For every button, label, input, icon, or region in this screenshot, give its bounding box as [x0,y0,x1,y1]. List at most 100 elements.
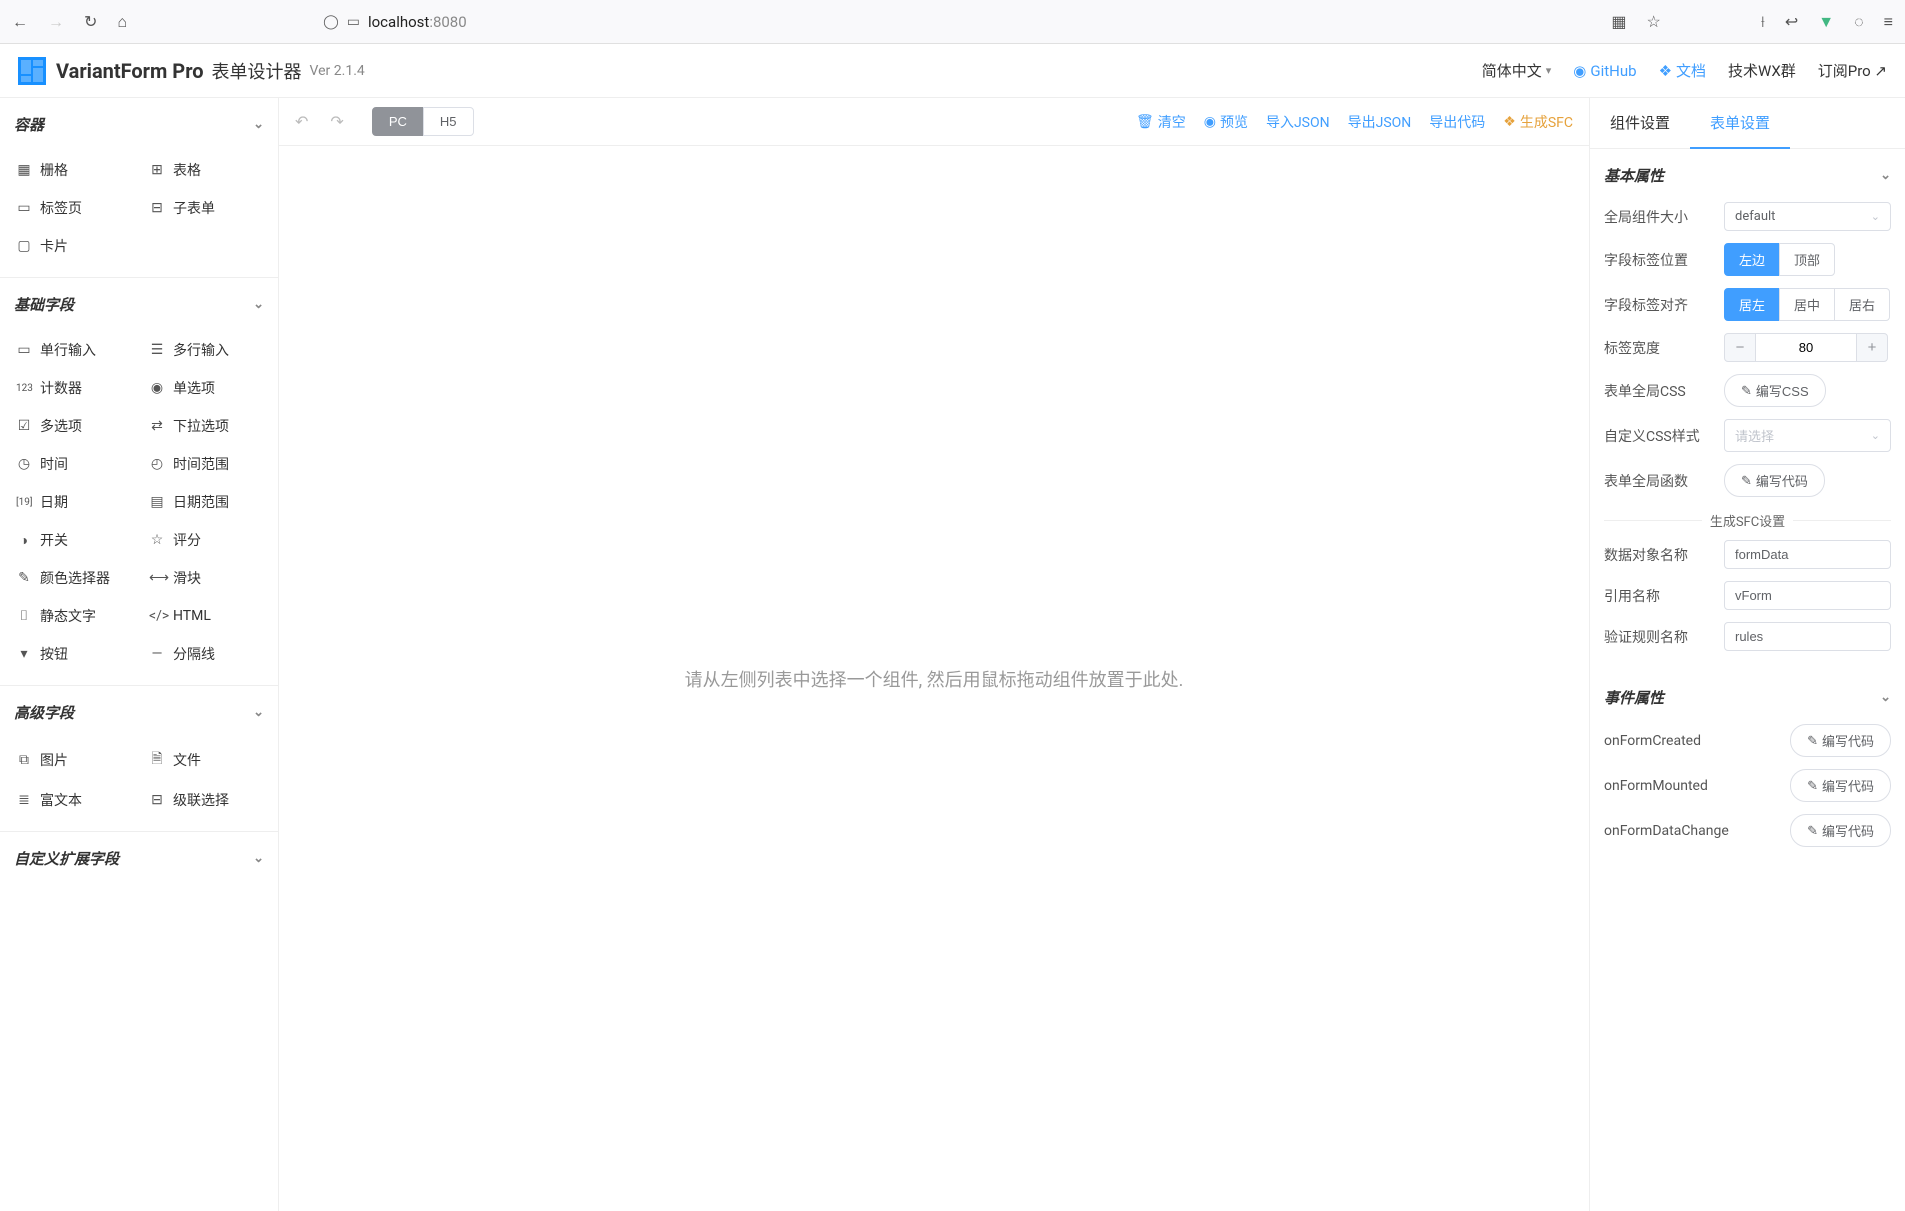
wx-group-link[interactable]: 技术WX群 [1728,60,1796,81]
ref-name-input[interactable] [1724,581,1891,610]
widget-cascader[interactable]: ⊟级联选择 [139,781,272,819]
widget-subform[interactable]: ⊟子表单 [139,189,272,227]
browser-nav: ← → ↻ ⌂ [12,12,127,32]
url-bar[interactable]: ◯ ▭ localhost:8080 [143,13,1595,31]
device-pc-button[interactable]: PC [372,107,424,136]
color-icon: ✎ [16,570,32,586]
menu-icon[interactable]: ≡ [1884,12,1893,32]
chevron-down-icon: ⌄ [1880,690,1891,705]
home-icon[interactable]: ⌂ [117,12,127,32]
widget-button[interactable]: ▾按钮 [6,635,139,673]
widget-time-range[interactable]: ◴时间范围 [139,445,272,483]
widget-image[interactable]: ⧉图片 [6,739,139,781]
section-advanced-fields[interactable]: 高级字段⌄ [0,686,278,735]
richtext-icon: ≣ [16,792,32,808]
export-code-button[interactable]: 导出代码 [1429,112,1485,132]
widget-time[interactable]: ◷时间 [6,445,139,483]
extensions-icon[interactable]: ◌ [1854,12,1864,32]
tab-form-settings[interactable]: 表单设置 [1690,98,1790,149]
undo-button[interactable]: ↶ [295,112,308,131]
widget-rate[interactable]: ☆评分 [139,521,272,559]
back-icon[interactable]: ← [12,12,28,32]
section-custom-fields[interactable]: 自定义扩展字段⌄ [0,832,278,881]
radio-icon: ◉ [149,380,165,396]
label-position-label: 字段标签位置 [1604,250,1724,270]
vue-devtools-icon[interactable]: ▼ [1818,12,1834,32]
write-funcs-button[interactable]: ✎编写代码 [1724,464,1825,497]
widget-card[interactable]: ▢卡片 [6,227,139,265]
widget-input[interactable]: ▭单行输入 [6,331,139,369]
event-props-header[interactable]: 事件属性⌄ [1590,671,1905,718]
crop-icon[interactable]: ⟊ [1761,12,1765,32]
data-object-input[interactable] [1724,540,1891,569]
bookmark-icon[interactable]: ☆ [1646,12,1660,31]
label-width-input[interactable] [1756,333,1856,362]
import-json-button[interactable]: 导入JSON [1266,112,1330,132]
calendar-icon: [19] [16,497,32,508]
docs-link[interactable]: ❖文档 [1659,60,1706,81]
canvas-placeholder: 请从左侧列表中选择一个组件, 然后用鼠标拖动组件放置于此处. [685,666,1184,692]
language-selector[interactable]: 简体中文 ▾ [1482,60,1552,81]
github-link[interactable]: ◉GitHub [1573,62,1636,80]
subscribe-pro-link[interactable]: 订阅Pro ↗ [1818,60,1887,81]
widget-date-range[interactable]: ▤日期范围 [139,483,272,521]
widget-static-text[interactable]: ⌷静态文字 [6,597,139,635]
widget-select[interactable]: ⇄下拉选项 [139,407,272,445]
label-pos-top-button[interactable]: 顶部 [1779,243,1835,276]
reload-icon[interactable]: ↻ [84,12,97,31]
widget-divider[interactable]: —分隔线 [139,635,272,673]
widget-checkbox[interactable]: ☑多选项 [6,407,139,445]
global-size-select[interactable]: default⌄ [1724,202,1891,231]
widget-richtext[interactable]: ≣富文本 [6,781,139,819]
widget-radio[interactable]: ◉单选项 [139,369,272,407]
undo-arrow-icon[interactable]: ↩ [1785,12,1798,31]
label-align-left-button[interactable]: 居左 [1724,288,1780,321]
write-css-button[interactable]: ✎编写CSS [1724,374,1826,407]
label-pos-left-button[interactable]: 左边 [1724,243,1780,276]
on-form-data-change-button[interactable]: ✎编写代码 [1790,814,1891,847]
preview-button[interactable]: ◉预览 [1204,112,1248,132]
widget-html[interactable]: </>HTML [139,597,272,635]
clock-range-icon: ◴ [149,456,165,472]
custom-css-select[interactable]: 请选择⌄ [1724,419,1891,452]
chevron-down-icon: ⌄ [253,851,264,866]
export-json-button[interactable]: 导出JSON [1348,112,1412,132]
design-canvas[interactable]: 请从左侧列表中选择一个组件, 然后用鼠标拖动组件放置于此处. [279,146,1589,1211]
widget-grid[interactable]: ▦栅格 [6,151,139,189]
widget-number[interactable]: 123计数器 [6,369,139,407]
widget-color[interactable]: ✎颜色选择器 [6,559,139,597]
clear-button[interactable]: 🗑清空 [1136,112,1186,132]
trash-icon: 🗑 [1136,114,1154,130]
chevron-down-icon: ▾ [1546,64,1552,77]
redo-button[interactable]: ↷ [330,112,343,131]
section-basic-fields[interactable]: 基础字段⌄ [0,278,278,327]
label-align-right-button[interactable]: 居右 [1834,288,1890,321]
qr-icon[interactable]: ▦ [1611,12,1626,31]
tab-component-settings[interactable]: 组件设置 [1590,98,1690,148]
basic-props-header[interactable]: 基本属性⌄ [1590,149,1905,196]
label-align-center-button[interactable]: 居中 [1779,288,1835,321]
select-icon: ⇄ [149,418,165,434]
on-form-mounted-button[interactable]: ✎编写代码 [1790,769,1891,802]
widget-date[interactable]: [19]日期 [6,483,139,521]
widget-textarea[interactable]: ☰多行输入 [139,331,272,369]
widget-tabs[interactable]: ▭标签页 [6,189,139,227]
gen-sfc-button[interactable]: ❖生成SFC [1503,112,1573,132]
on-form-created-label: onFormCreated [1604,733,1754,749]
widget-table[interactable]: ⊞表格 [139,151,272,189]
widget-slider[interactable]: ⟷滑块 [139,559,272,597]
widget-file[interactable]: 🗎文件 [139,739,272,781]
app-logo [18,57,46,85]
subform-icon: ⊟ [149,200,165,216]
rules-name-input[interactable] [1724,622,1891,651]
section-containers[interactable]: 容器⌄ [0,98,278,147]
label-width-increase-button[interactable]: + [1856,333,1888,362]
switch-icon: ◑ [16,532,32,549]
label-width-decrease-button[interactable]: − [1724,333,1756,362]
device-h5-button[interactable]: H5 [423,107,474,136]
widget-switch[interactable]: ◑开关 [6,521,139,559]
forward-icon[interactable]: → [48,12,64,32]
chevron-down-icon: ⌄ [253,705,264,720]
on-form-created-button[interactable]: ✎编写代码 [1790,724,1891,757]
chevron-down-icon: ⌄ [253,297,264,312]
